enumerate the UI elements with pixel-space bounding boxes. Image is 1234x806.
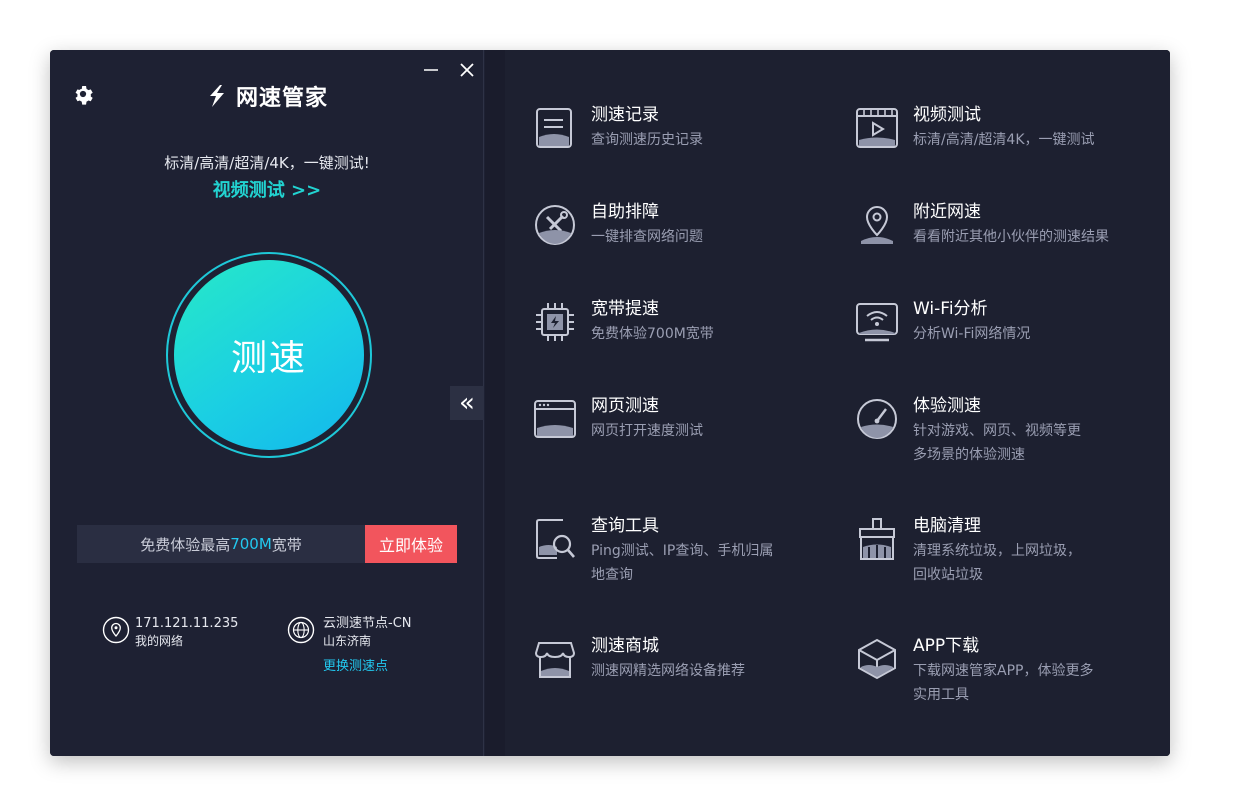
chip-icon: [536, 303, 574, 341]
feature-video-test[interactable]: 视频测试 标清/高清/超清4K，一键测试: [855, 104, 1155, 152]
video-icon: [856, 108, 898, 148]
wifi-icon: [856, 303, 898, 342]
feature-desc: 测速网精选网络设备推荐: [591, 663, 745, 679]
speed-test-button[interactable]: 测速: [174, 260, 364, 450]
node-location: 山东济南: [323, 634, 372, 648]
record-icon: [536, 108, 572, 148]
feature-desc: 查询测速历史记录: [591, 132, 703, 148]
broom-icon: [859, 518, 895, 560]
feature-desc: 一键排查网络问题: [591, 229, 703, 245]
feature-webpage-speed[interactable]: 网页测速 网页打开速度测试: [533, 395, 833, 443]
trial-speed: 700M: [230, 535, 272, 553]
feature-desc: 地查询: [591, 567, 633, 583]
feature-experience-speed[interactable]: 体验测速 针对游戏、网页、视频等更 多场景的体验测速: [855, 395, 1155, 467]
gear-icon[interactable]: [72, 83, 94, 105]
feature-grid: 测速记录 查询测速历史记录 视频测试 标清/高清/超清4K，一键测试 自助排障 …: [505, 50, 1170, 756]
feature-desc: 免费体验700M宽带: [591, 326, 714, 342]
speed-test-label: 测速: [230, 338, 307, 379]
location-icon: [861, 205, 893, 244]
feature-nearby-speed[interactable]: 附近网速 看看附近其他小伙伴的测速结果: [855, 201, 1155, 249]
my-network-label: 我的网络: [135, 634, 184, 648]
my-network-info: 171.121.11.235 我的网络: [102, 616, 238, 649]
speedometer-icon: [857, 399, 897, 439]
minimize-icon[interactable]: [422, 60, 440, 80]
promo-text: 标清/高清/超清/4K，一键测试!: [164, 154, 370, 172]
search-tool-icon: [536, 519, 575, 559]
feature-desc: Ping测试、IP查询、手机归属: [591, 543, 774, 559]
try-now-button[interactable]: 立即体验: [365, 525, 457, 563]
close-icon[interactable]: [457, 60, 477, 80]
ip-address: 171.121.11.235: [135, 616, 239, 631]
change-node-link[interactable]: 更换测速点: [323, 655, 412, 674]
feature-desc: 回收站垃圾: [913, 567, 983, 583]
feature-desc: 下载网速管家APP，体验更多: [913, 663, 1094, 679]
left-panel: 网速管家 标清/高清/超清/4K，一键测试! 视频测试 >> 测速 « 免费体验…: [50, 50, 484, 756]
right-panel: 测速记录 查询测速历史记录 视频测试 标清/高清/超清4K，一键测试 自助排障 …: [485, 50, 1170, 756]
feature-title: 附近网速: [913, 202, 981, 222]
feature-wifi-analysis[interactable]: Wi-Fi分析 分析Wi-Fi网络情况: [855, 298, 1155, 346]
trial-prefix: 免费体验最高: [140, 535, 231, 554]
tools-icon: [535, 205, 575, 245]
trial-suffix: 宽带: [271, 535, 302, 554]
feature-title: 测速记录: [591, 105, 659, 125]
feature-title: 测速商城: [591, 636, 659, 656]
box-icon: [858, 638, 896, 680]
feature-desc: 标清/高清/超清4K，一键测试: [913, 132, 1095, 148]
feature-desc: 多场景的体验测速: [913, 447, 1025, 463]
location-pin-icon: [102, 616, 130, 644]
logo-icon: [210, 85, 224, 107]
feature-title: APP下载: [913, 636, 980, 656]
store-icon: [534, 642, 576, 678]
feature-title: Wi-Fi分析: [913, 299, 988, 319]
feature-title: 自助排障: [591, 202, 659, 222]
feature-desc: 清理系统垃圾，上网垃圾，: [913, 543, 1081, 559]
trial-text: 免费体验最高 700M 宽带: [77, 525, 365, 563]
double-chevron-left-icon: «: [459, 388, 475, 418]
feature-desc: 针对游戏、网页、视频等更: [913, 423, 1081, 439]
trial-banner: 免费体验最高 700M 宽带 立即体验: [77, 525, 457, 563]
collapse-panel-button[interactable]: «: [450, 386, 484, 420]
app-name: 网速管家: [236, 86, 329, 111]
feature-title: 视频测试: [913, 105, 981, 125]
globe-icon: [287, 616, 315, 644]
feature-broadband-boost[interactable]: 宽带提速 免费体验700M宽带: [533, 298, 833, 346]
node-name: 云测速节点-CN: [323, 616, 412, 631]
feature-desc: 网页打开速度测试: [591, 423, 703, 439]
feature-title: 查询工具: [591, 516, 659, 536]
feature-title: 体验测速: [913, 396, 981, 416]
speed-node-info: 云测速节点-CN 山东济南 更换测速点: [287, 616, 412, 674]
feature-speed-store[interactable]: 测速商城 测速网精选网络设备推荐: [533, 635, 833, 683]
feature-title: 电脑清理: [913, 516, 981, 536]
app-logo: 网速管家: [204, 80, 328, 112]
video-test-link[interactable]: 视频测试 >>: [50, 176, 484, 202]
feature-desc: 看看附近其他小伙伴的测速结果: [913, 229, 1109, 245]
feature-pc-clean[interactable]: 电脑清理 清理系统垃圾，上网垃圾， 回收站垃圾: [855, 515, 1155, 587]
feature-speed-record[interactable]: 测速记录 查询测速历史记录: [533, 104, 833, 152]
feature-desc: 分析Wi-Fi网络情况: [913, 326, 1031, 342]
feature-title: 宽带提速: [591, 299, 659, 319]
webpage-icon: [534, 400, 576, 438]
feature-troubleshoot[interactable]: 自助排障 一键排查网络问题: [533, 201, 833, 249]
feature-app-download[interactable]: APP下载 下载网速管家APP，体验更多 实用工具: [855, 635, 1155, 707]
app-window: 网速管家 标清/高清/超清/4K，一键测试! 视频测试 >> 测速 « 免费体验…: [50, 50, 1170, 756]
feature-title: 网页测速: [591, 396, 659, 416]
feature-query-tools[interactable]: 查询工具 Ping测试、IP查询、手机归属 地查询: [533, 515, 833, 587]
feature-desc: 实用工具: [913, 687, 969, 703]
